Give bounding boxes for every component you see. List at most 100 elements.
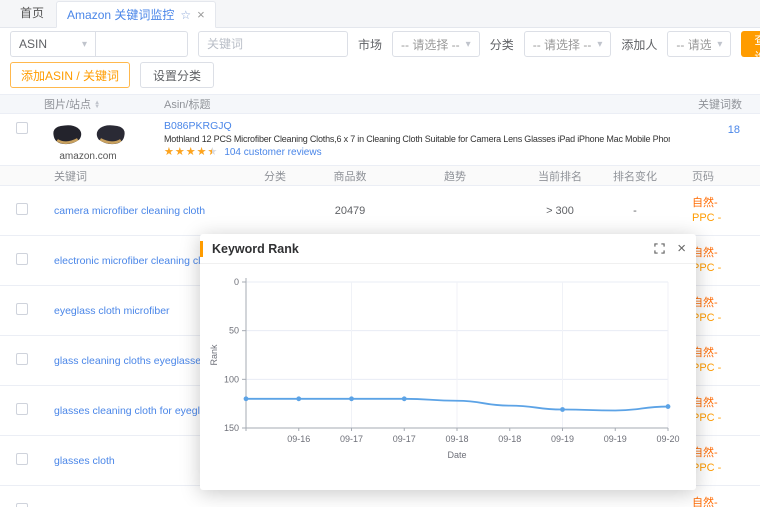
page-natural-link[interactable]: 自然- <box>692 396 760 411</box>
svg-text:50: 50 <box>229 326 239 336</box>
keyword-rank-modal: Keyword Rank × 0 50 100 150 09-16 09-17 09-17 0… <box>200 234 696 490</box>
page-cell: 自然- PPC - <box>660 496 760 507</box>
header-keyword: 关键词 <box>44 168 250 184</box>
product-row: amazon.com B086PKRGJQ Mothland 12 PCS Mi… <box>0 114 760 166</box>
row-checkbox[interactable] <box>16 253 28 265</box>
header-products: 商品数 <box>300 168 400 184</box>
svg-text:100: 100 <box>224 374 239 384</box>
adder-value: -- 请选... <box>676 36 711 53</box>
svg-text:09-17: 09-17 <box>340 434 363 444</box>
sort-desc-icon: ▼ <box>94 105 100 109</box>
page-ppc-link[interactable]: PPC - <box>692 461 760 476</box>
stars-filled: ★★★★★ <box>164 146 212 158</box>
adder-select[interactable]: -- 请选... ▾ <box>667 31 731 57</box>
chevron-down-icon: ▾ <box>711 39 722 50</box>
svg-text:09-20: 09-20 <box>656 434 679 444</box>
header-site[interactable]: 图片/站点▲▼ <box>44 96 164 112</box>
tab-home[interactable]: 首页 <box>8 0 56 27</box>
page-natural-link[interactable]: 自然- <box>692 196 760 211</box>
asin-type-select[interactable]: ASIN ▾ <box>10 31 96 57</box>
change-cell: - <box>610 205 660 217</box>
page: { "icons": { "chevron_down": "▾", "star_… <box>0 0 760 507</box>
products-cell: 20479 <box>300 205 400 217</box>
favorite-star-icon[interactable]: ☆ <box>180 8 191 22</box>
market-value: -- 请选择 -- <box>401 36 460 53</box>
action-bar: 添加ASIN / 关键词 设置分类 <box>0 60 760 94</box>
row-checkbox[interactable] <box>16 453 28 465</box>
row-checkbox[interactable] <box>16 503 28 507</box>
page-ppc-link[interactable]: PPC - <box>692 311 760 326</box>
product-image[interactable] <box>90 118 132 150</box>
svg-text:Date: Date <box>447 450 466 460</box>
chart-container: 05010015009-1609-1709-1709-1809-1809-190… <box>200 264 696 483</box>
header-asin-title: Asin/标题 <box>164 96 670 112</box>
page-ppc-link[interactable]: PPC - <box>692 261 760 276</box>
header-keyword-count: 关键词数 <box>670 96 760 112</box>
page-natural-link[interactable]: 自然- <box>692 446 760 461</box>
category-select[interactable]: -- 请选择 -- ▾ <box>524 31 612 57</box>
asin-filter-group: ASIN ▾ <box>10 31 188 57</box>
row-checkbox[interactable] <box>16 303 28 315</box>
tab-label: Amazon 关键词监控 <box>67 6 174 23</box>
page-ppc-link[interactable]: PPC - <box>692 211 760 226</box>
keyword-link[interactable]: camera microfiber cleaning cloth <box>44 205 250 217</box>
chevron-down-icon: ▾ <box>76 39 87 50</box>
set-category-button[interactable]: 设置分类 <box>140 62 214 88</box>
row-checkbox[interactable] <box>16 353 28 365</box>
product-site: amazon.com <box>44 151 132 162</box>
product-image[interactable] <box>46 118 88 150</box>
header-page: 页码 <box>660 168 760 184</box>
add-asin-keyword-button[interactable]: 添加ASIN / 关键词 <box>10 62 130 88</box>
market-select[interactable]: -- 请选择 -- ▾ <box>392 31 480 57</box>
star-rating-icon: ★★★★★★★★★★ <box>164 146 218 158</box>
adder-label: 添加人 <box>621 36 657 53</box>
row-checkbox[interactable] <box>16 403 28 415</box>
reviews-link[interactable]: 104 customer reviews <box>224 147 321 158</box>
product-title: Mothland 12 PCS Microfiber Cleaning Clot… <box>164 134 670 144</box>
chevron-down-icon: ▾ <box>460 39 471 50</box>
tab-amazon-keyword-monitor[interactable]: Amazon 关键词监控 ☆ × <box>56 1 216 28</box>
asin-link[interactable]: B086PKRGJQ <box>164 120 232 132</box>
sort-icon[interactable]: ▲▼ <box>94 101 100 109</box>
svg-text:09-17: 09-17 <box>393 434 416 444</box>
keyword-count-link[interactable]: 18 <box>670 118 760 165</box>
asin-input[interactable] <box>96 31 188 57</box>
svg-text:150: 150 <box>224 423 239 433</box>
modal-header: Keyword Rank × <box>200 234 696 264</box>
page-natural-link[interactable]: 自然- <box>692 246 760 261</box>
page-ppc-link[interactable]: PPC - <box>692 361 760 376</box>
page-natural-link[interactable]: 自然- <box>692 496 760 507</box>
close-icon[interactable]: × <box>677 241 686 256</box>
product-checkbox[interactable] <box>16 122 28 134</box>
tab-close-icon[interactable]: × <box>197 7 205 22</box>
asin-type-value: ASIN <box>19 37 47 51</box>
svg-text:09-19: 09-19 <box>604 434 627 444</box>
rank-cell: > 300 <box>510 205 610 217</box>
keyword-table-header: 关键词 分类 商品数 趋势 当前排名 排名变化 页码 <box>0 166 760 186</box>
category-label: 分类 <box>490 36 514 53</box>
search-button[interactable]: 查 询 <box>741 31 760 57</box>
header-trend: 趋势 <box>400 168 510 184</box>
header-category: 分类 <box>250 168 300 184</box>
svg-text:09-18: 09-18 <box>445 434 468 444</box>
svg-text:0: 0 <box>234 277 239 287</box>
page-natural-link[interactable]: 自然- <box>692 296 760 311</box>
tab-bar: 首页 Amazon 关键词监控 ☆ × <box>0 0 760 28</box>
product-images <box>46 118 164 150</box>
svg-text:Rank: Rank <box>209 344 219 366</box>
svg-text:09-19: 09-19 <box>551 434 574 444</box>
keyword-input[interactable] <box>198 31 348 57</box>
svg-text:09-16: 09-16 <box>287 434 310 444</box>
keyword-row: camera microfiber cleaning cloth 20479 >… <box>0 186 760 236</box>
product-info-cell: B086PKRGJQ Mothland 12 PCS Microfiber Cl… <box>164 118 670 165</box>
page-ppc-link[interactable]: PPC - <box>692 411 760 426</box>
fullscreen-icon[interactable] <box>654 243 665 254</box>
header-site-label: 图片/站点 <box>44 99 91 111</box>
header-current-rank: 当前排名 <box>510 168 610 184</box>
page-natural-link[interactable]: 自然- <box>692 346 760 361</box>
rank-chart: 05010015009-1609-1709-1709-1809-1809-190… <box>206 268 688 480</box>
row-checkbox[interactable] <box>16 203 28 215</box>
page-cell: 自然- PPC - <box>660 196 760 226</box>
category-value: -- 请选择 -- <box>533 36 592 53</box>
product-table-header: 图片/站点▲▼ Asin/标题 关键词数 <box>0 94 760 114</box>
